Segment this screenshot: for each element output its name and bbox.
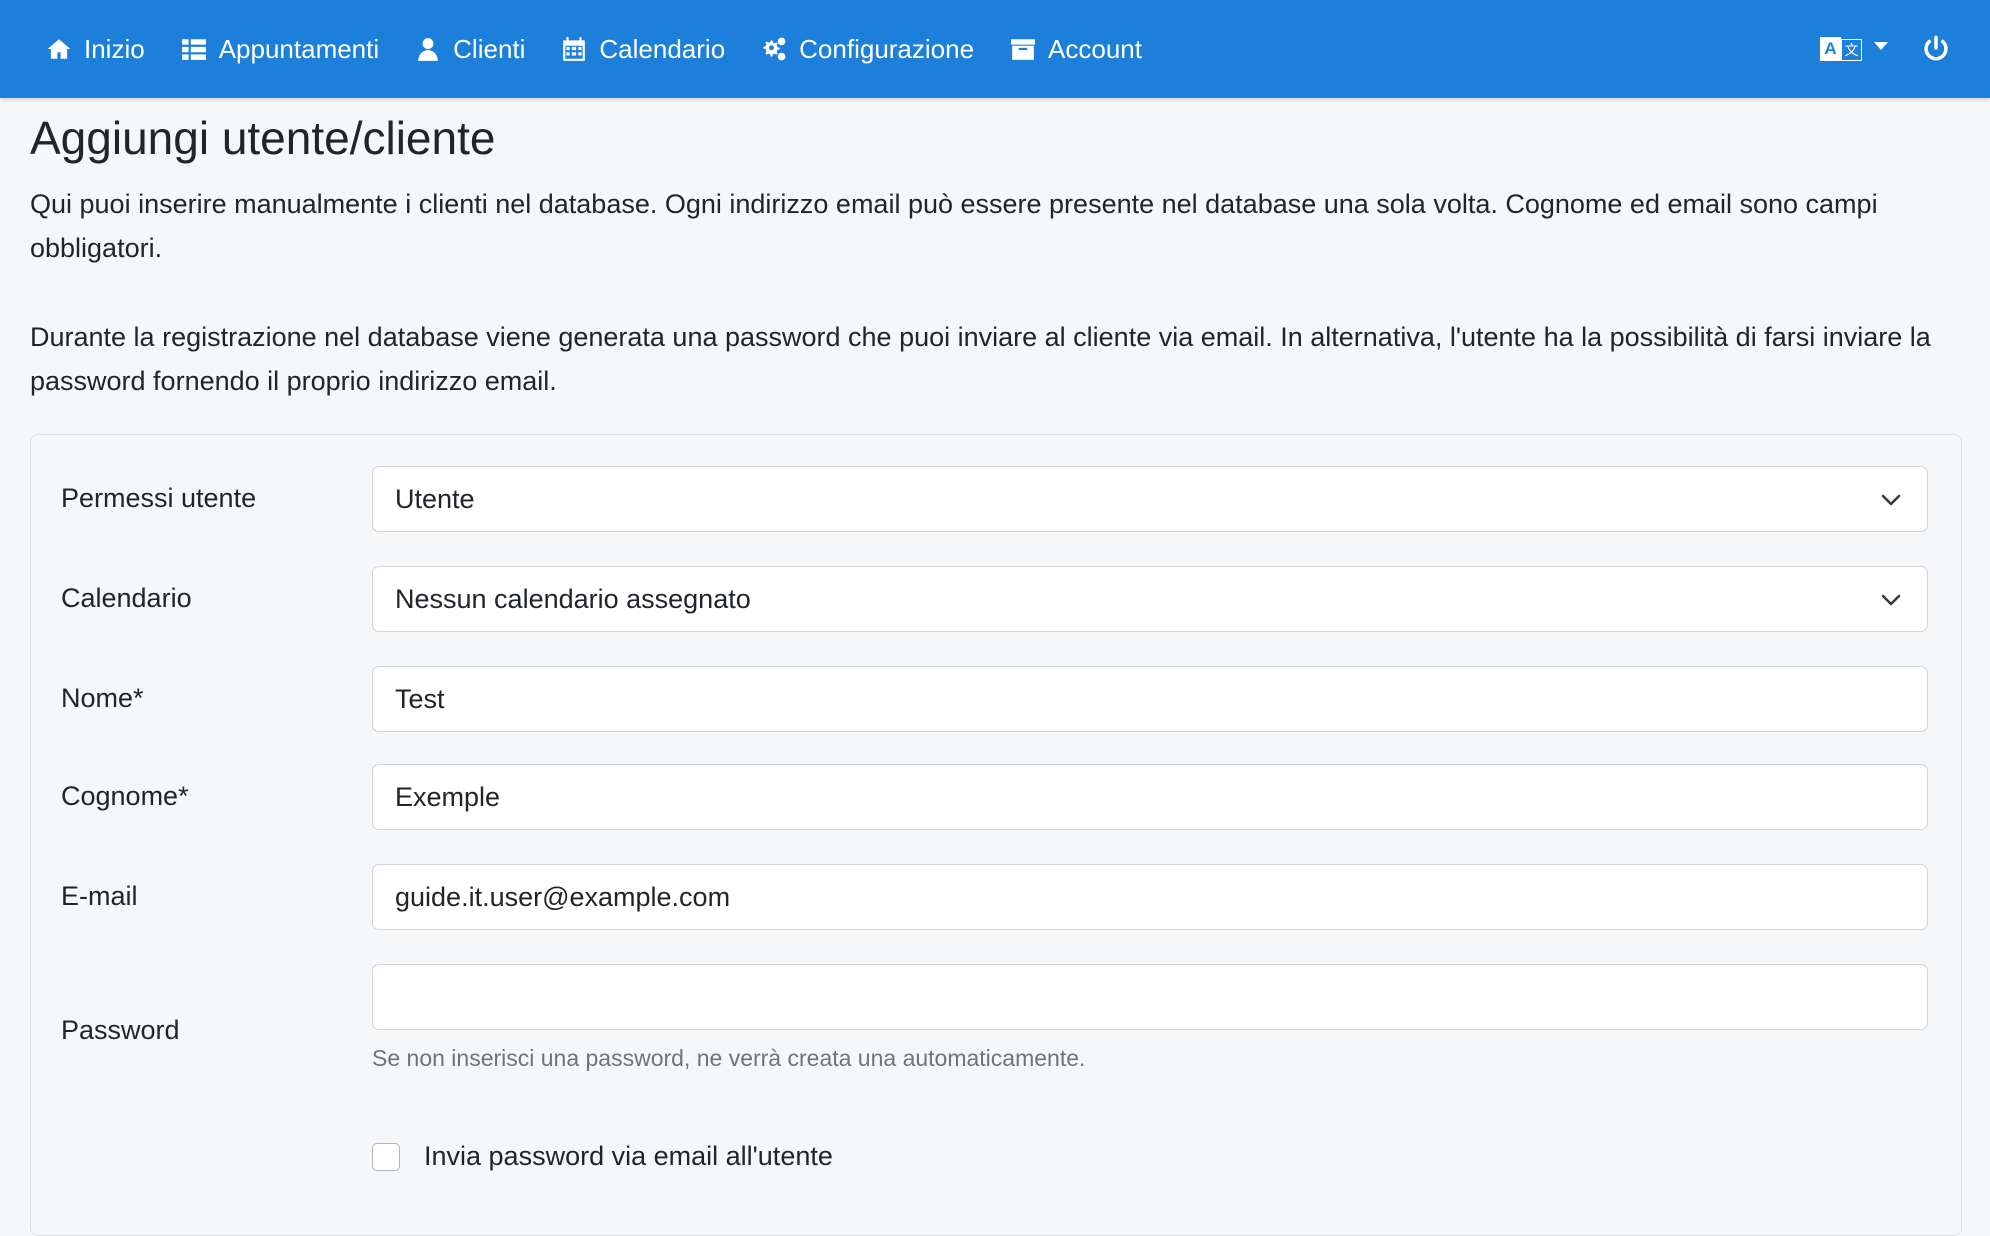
permissions-select[interactable]: Utente [372,466,1928,532]
first-name-input[interactable] [372,666,1928,732]
calendar-label: Calendario [61,583,192,613]
archive-icon [1011,39,1035,60]
last-name-label: Cognome* [61,781,189,811]
password-help-text: Se non inserisci una password, ne verrà … [372,1045,1086,1071]
language-icon: A文 [1820,37,1862,61]
caret-down-icon [1874,42,1888,50]
nav-item-label: Account [1048,33,1142,64]
user-icon [418,38,438,61]
last-name-input[interactable] [372,764,1928,830]
send-password-checkbox[interactable] [372,1142,400,1171]
calendar-icon [563,37,586,61]
nav-item-inizio[interactable]: Inizio [46,34,145,65]
add-user-form: Permessi utente Utente Calendario Nessun… [30,434,1962,1236]
calendar-select[interactable]: Nessun calendario assegnato [372,566,1928,632]
language-dropdown[interactable]: A文 [1820,37,1888,61]
home-icon [47,39,71,59]
chevron-down-icon [1881,594,1901,606]
nav-item-label: Appuntamenti [218,33,380,64]
password-input[interactable] [372,964,1928,1030]
top-navbar: Inizio Appuntamenti Clienti Calendario C… [0,0,1990,98]
permissions-label: Permessi utente [61,483,257,513]
gears-icon [763,37,786,61]
nav-right: A文 [1820,0,1950,98]
nav-item-calendario[interactable]: Calendario [561,34,725,65]
first-name-label: Nome* [61,683,144,713]
nav-item-label: Clienti [453,33,526,64]
nav-item-appuntamenti[interactable]: Appuntamenti [181,34,379,65]
send-password-option[interactable]: Invia password via email all'utente [372,1141,833,1172]
power-icon [1924,35,1948,61]
password-label: Password [61,1015,180,1045]
permissions-selected-value: Utente [395,484,475,514]
nav-item-configurazione[interactable]: Configurazione [761,34,974,65]
email-input[interactable] [372,864,1928,930]
intro-paragraph: Qui puoi inserire manualmente i clienti … [30,189,1878,263]
send-password-label: Invia password via email all'utente [424,1141,833,1171]
calendar-selected-value: Nessun calendario assegnato [395,584,751,614]
nav-item-label: Configurazione [799,33,975,64]
email-label: E-mail [61,881,138,911]
nav-menu: Inizio Appuntamenti Clienti Calendario C… [46,0,1178,98]
page-title: Aggiungi utente/cliente [30,112,496,164]
nav-item-clienti[interactable]: Clienti [415,34,525,65]
nav-item-label: Calendario [599,33,726,64]
nav-item-label: Inizio [84,33,145,64]
chevron-down-icon [1881,494,1901,506]
list-icon [181,39,206,60]
logout-button[interactable] [1922,35,1950,63]
nav-item-account[interactable]: Account [1010,34,1142,65]
intro-paragraph-password: Durante la registrazione nel database vi… [30,322,1931,396]
